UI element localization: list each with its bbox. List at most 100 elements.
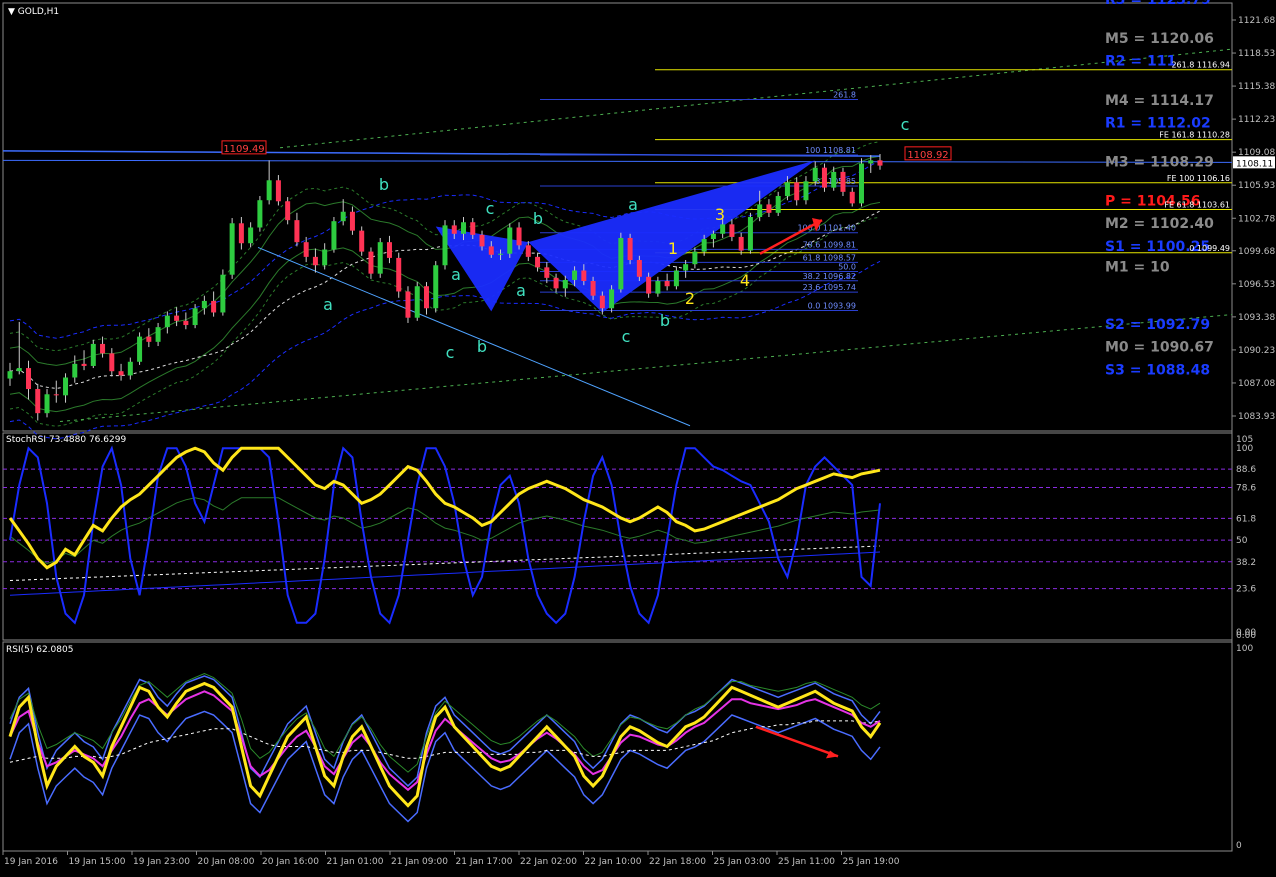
wave-label: b bbox=[660, 311, 670, 330]
candle-body bbox=[396, 257, 402, 292]
candle-body bbox=[636, 260, 642, 277]
candle-body bbox=[461, 222, 467, 234]
candle-body bbox=[516, 227, 522, 246]
trendline-upper-dotted bbox=[279, 48, 1233, 149]
pivot-label: M4 = 1114.17 bbox=[1105, 93, 1214, 109]
wave-label: c bbox=[446, 343, 455, 362]
candle-body bbox=[81, 363, 87, 366]
wave-label: a bbox=[516, 281, 526, 300]
candle-body bbox=[137, 336, 143, 362]
candle-body bbox=[414, 286, 420, 318]
time-tick-label: 25 Jan 03:00 bbox=[714, 857, 771, 867]
candle-body bbox=[35, 389, 41, 414]
candle-body bbox=[7, 371, 13, 379]
wave-label: b bbox=[379, 175, 389, 194]
candle-body bbox=[803, 181, 809, 201]
pivot-label: S2 = 1092.79 bbox=[1105, 317, 1210, 333]
wave-label: a bbox=[323, 295, 333, 314]
candle-body bbox=[275, 180, 281, 202]
wave-label: 4 bbox=[740, 271, 750, 290]
candle-body bbox=[312, 256, 318, 266]
stoch-tick-label: 61.8 bbox=[1236, 514, 1256, 524]
fib-retracement-label: 261.8 bbox=[833, 91, 856, 100]
price-tick-label: 1096.53 bbox=[1238, 280, 1275, 290]
candle-body bbox=[618, 237, 624, 290]
candle-body bbox=[590, 280, 596, 296]
candle-body bbox=[775, 196, 781, 213]
candle-body bbox=[229, 223, 235, 275]
candle-body bbox=[794, 182, 800, 201]
price-tick-label: 1093.38 bbox=[1238, 313, 1275, 323]
chart-title: ▼ GOLD,H1 bbox=[8, 7, 59, 17]
candle-body bbox=[211, 300, 217, 313]
candle-body bbox=[692, 251, 698, 265]
candle-body bbox=[553, 277, 559, 289]
current-price-text: 1108.11 bbox=[1236, 159, 1273, 169]
candle-body bbox=[544, 267, 550, 278]
candle-body bbox=[257, 200, 263, 228]
candle-body bbox=[377, 242, 383, 274]
candle-body bbox=[655, 280, 661, 294]
wave-label: c bbox=[486, 199, 495, 218]
rsi-band-upper bbox=[9, 675, 881, 787]
candle-body bbox=[609, 289, 615, 309]
fib-retracement-label: 61.8 1098.57 bbox=[803, 253, 856, 262]
divergence-arrow-rsi bbox=[755, 725, 839, 758]
wave-label: c bbox=[901, 115, 910, 134]
candle-body bbox=[562, 279, 568, 289]
rsi-tick-label: 0 bbox=[1236, 841, 1242, 851]
stoch-signal-dotted bbox=[9, 545, 881, 581]
pivot-label: M5 = 1120.06 bbox=[1105, 31, 1214, 47]
candle-body bbox=[238, 223, 244, 244]
chart-window[interactable]: R3 = 1123.79 M5 = 1120.06 R2 = 111 M4 = 111… bbox=[0, 0, 1276, 873]
pane-frame-2 bbox=[2, 432, 1233, 641]
candle-body bbox=[164, 315, 170, 328]
fib-extension-label: 261.8 1116.94 bbox=[1171, 61, 1230, 70]
rsi-band-lower bbox=[9, 710, 881, 823]
price-tick-label: 1090.23 bbox=[1238, 346, 1275, 356]
time-tick-label: 22 Jan 10:00 bbox=[585, 857, 642, 867]
price-box-right-text: 1108.92 bbox=[907, 150, 948, 161]
candle-body bbox=[331, 221, 337, 250]
pivot-label: M2 = 1102.40 bbox=[1105, 216, 1214, 232]
price-tick-label: 1105.93 bbox=[1238, 181, 1275, 191]
fib-retracement-label: 78.6 1099.81 bbox=[803, 240, 856, 249]
candle-body bbox=[340, 211, 346, 222]
candle-body bbox=[664, 280, 670, 287]
time-tick-label: 20 Jan 08:00 bbox=[198, 857, 255, 867]
stoch-band-green bbox=[9, 497, 881, 565]
candle-body bbox=[627, 237, 633, 261]
candle-body bbox=[146, 336, 152, 342]
stoch-tick-label: 100 bbox=[1236, 444, 1253, 454]
stoch-title: StochRSI 73.4880 76.6299 bbox=[6, 435, 126, 445]
rsi-tick-label: 100 bbox=[1236, 644, 1253, 654]
price-tick-label: 1083.93 bbox=[1238, 412, 1275, 422]
candle-body bbox=[710, 233, 716, 240]
price-tick-label: 1099.68 bbox=[1238, 247, 1275, 257]
candle-body bbox=[294, 220, 300, 243]
time-tick-label: 22 Jan 18:00 bbox=[649, 857, 706, 867]
candle-body bbox=[535, 256, 541, 268]
pivot-label: M0 = 1090.67 bbox=[1105, 339, 1214, 355]
candle-body bbox=[368, 251, 374, 274]
pivot-label: M1 = 10 bbox=[1105, 259, 1170, 275]
time-tick-label: 21 Jan 09:00 bbox=[391, 857, 448, 867]
fib-retracement-label: 100 1108.81 bbox=[805, 146, 856, 155]
trendline-lower-dotted bbox=[59, 314, 1233, 423]
candle-body bbox=[766, 204, 772, 213]
candle-body bbox=[784, 182, 790, 197]
fib-extension-label: FE 161.8 1110.28 bbox=[1159, 131, 1230, 140]
chart-canvas[interactable]: R3 = 1123.79 M5 = 1120.06 R2 = 111 M4 = 111… bbox=[0, 0, 1276, 873]
price-tick-label: 1121.68 bbox=[1238, 16, 1275, 26]
candle-body bbox=[63, 377, 69, 396]
candle-body bbox=[451, 225, 457, 234]
candle-body bbox=[349, 211, 355, 231]
candle-body bbox=[266, 180, 272, 201]
candle-body bbox=[127, 361, 133, 376]
time-tick-label: 19 Jan 15:00 bbox=[69, 857, 126, 867]
candle-body bbox=[442, 225, 448, 266]
candle-body bbox=[498, 253, 504, 255]
candle-body bbox=[646, 276, 652, 294]
candle-body bbox=[220, 274, 226, 313]
pivot-label: R3 = 1123.79 bbox=[1105, 0, 1211, 8]
